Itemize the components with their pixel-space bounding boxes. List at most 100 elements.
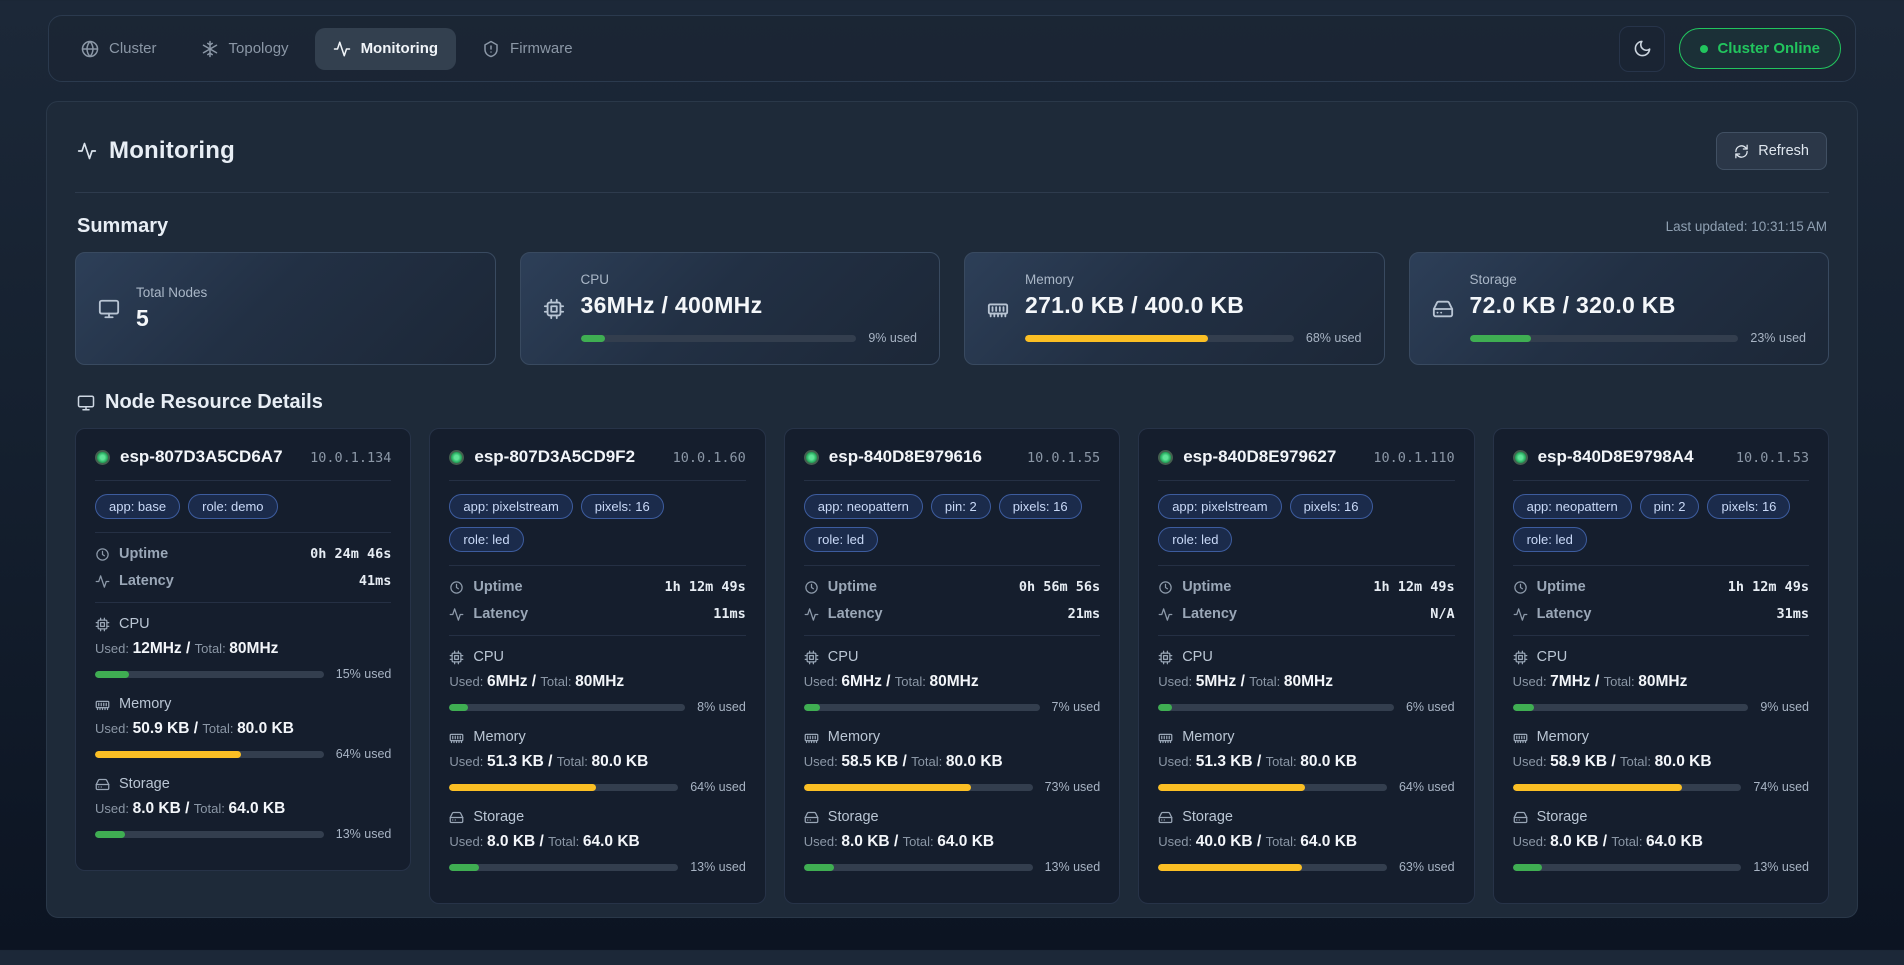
uptime-label: Uptime	[473, 579, 522, 595]
metric-memory: Memory Used: 51.3 KB / Total: 80.0 KB 64…	[1158, 729, 1454, 794]
node-metrics: CPU Used: 5MHz / Total: 80MHz 6% used Me…	[1158, 649, 1454, 874]
memory-icon	[1513, 730, 1528, 745]
metric-header: Memory	[95, 696, 391, 712]
activity-icon	[95, 574, 110, 589]
summary-card-label: CPU	[581, 272, 918, 287]
progress-fill	[95, 671, 129, 678]
uptime-value: 1h 12m 49s	[1728, 579, 1809, 595]
node-badge: role: demo	[188, 494, 277, 519]
summary-progress: 9% used	[581, 331, 918, 345]
node-badge: app: neopattern	[1513, 494, 1632, 519]
progress-percent-label: 7% used	[1052, 700, 1101, 714]
summary-card-value: 5	[136, 305, 473, 332]
divider	[95, 480, 391, 481]
tab-label: Cluster	[109, 40, 157, 57]
storage-icon	[1513, 810, 1528, 825]
summary-progress: 68% used	[1025, 331, 1362, 345]
nodes-heading-text: Node Resource Details	[105, 391, 323, 414]
uptime-row: Uptime 1h 12m 49s	[1158, 579, 1454, 595]
progress-percent-label: 13% used	[1045, 860, 1101, 874]
metric-usage-line: Used: 6MHz / Total: 80MHz	[449, 673, 745, 691]
metric-header: Storage	[804, 809, 1100, 825]
node-metrics: CPU Used: 12MHz / Total: 80MHz 15% used …	[95, 616, 391, 841]
metric-memory: Memory Used: 51.3 KB / Total: 80.0 KB 64…	[449, 729, 745, 794]
cluster-status-pill[interactable]: Cluster Online	[1679, 28, 1841, 69]
progress-fill	[1025, 335, 1208, 342]
separator: /	[894, 833, 903, 850]
progress-fill	[1513, 704, 1534, 711]
refresh-label: Refresh	[1758, 143, 1809, 159]
metric-cpu: CPU Used: 7MHz / Total: 80MHz 9% used	[1513, 649, 1809, 714]
nodes-heading: Node Resource Details	[77, 391, 323, 414]
total-value: 64.0 KB	[583, 833, 640, 850]
cpu-icon	[543, 298, 565, 320]
tab-firmware[interactable]: Firmware	[464, 28, 591, 70]
progress-fill	[449, 864, 479, 871]
divider	[1158, 565, 1454, 566]
clock-icon	[1513, 580, 1528, 595]
used-value: 51.3 KB	[487, 753, 548, 770]
summary-cards: Total Nodes 5 CPU 36MHz / 400MHz 9% used	[75, 252, 1829, 365]
node-header: esp-840D8E979616 10.0.1.55	[804, 447, 1100, 467]
divider	[804, 635, 1100, 636]
uptime-value: 1h 12m 49s	[665, 579, 746, 595]
separator: /	[903, 753, 912, 770]
used-label: Used:	[1158, 754, 1196, 769]
node-online-dot	[1158, 450, 1173, 465]
total-value: 80.0 KB	[946, 753, 1003, 770]
progress-fill	[581, 335, 606, 342]
theme-toggle-button[interactable]	[1619, 26, 1665, 72]
tab-cluster[interactable]: Cluster	[63, 28, 175, 70]
progress-track	[449, 704, 685, 711]
node-metrics: CPU Used: 6MHz / Total: 80MHz 7% used Me…	[804, 649, 1100, 874]
total-label: Total:	[1266, 834, 1301, 849]
total-value: 80MHz	[929, 673, 978, 690]
node-card: esp-807D3A5CD6A7 10.0.1.134 app: baserol…	[75, 428, 411, 871]
uptime-value: 0h 56m 56s	[1019, 579, 1100, 595]
latency-row: Latency 21ms	[804, 606, 1100, 622]
metric-storage: Storage Used: 40.0 KB / Total: 64.0 KB 6…	[1158, 809, 1454, 874]
used-value: 7MHz	[1550, 673, 1595, 690]
activity-icon	[1513, 607, 1528, 622]
tab-topology[interactable]: Topology	[183, 28, 307, 70]
memory-icon	[804, 730, 819, 745]
used-value: 8.0 KB	[1550, 833, 1603, 850]
summary-card-body: Storage 72.0 KB / 320.0 KB 23% used	[1470, 272, 1807, 345]
used-value: 8.0 KB	[841, 833, 894, 850]
progress-fill	[1513, 864, 1543, 871]
progress-track	[581, 335, 857, 342]
used-label: Used:	[1158, 834, 1196, 849]
metric-progress: 64% used	[95, 747, 391, 761]
total-label: Total:	[1611, 834, 1646, 849]
tab-monitoring[interactable]: Monitoring	[315, 28, 456, 70]
summary-header: Summary Last updated: 10:31:15 AM	[77, 215, 1827, 238]
progress-track	[1513, 704, 1749, 711]
total-value: 64.0 KB	[1300, 833, 1357, 850]
node-badge: role: led	[804, 527, 878, 552]
total-value: 80.0 KB	[237, 720, 294, 737]
cpu-icon	[449, 650, 464, 665]
refresh-button[interactable]: Refresh	[1716, 132, 1827, 170]
divider	[1513, 480, 1809, 481]
node-badge: pixels: 16	[1707, 494, 1790, 519]
progress-track	[449, 784, 678, 791]
metric-header: Memory	[1158, 729, 1454, 745]
metric-name: CPU	[1182, 649, 1213, 665]
metric-header: CPU	[95, 616, 391, 632]
used-value: 40.0 KB	[1196, 833, 1257, 850]
progress-percent-label: 64% used	[1399, 780, 1455, 794]
node-badge: role: led	[1158, 527, 1232, 552]
separator: /	[186, 640, 195, 657]
metric-progress: 74% used	[1513, 780, 1809, 794]
summary-card-body: Memory 271.0 KB / 400.0 KB 68% used	[1025, 272, 1362, 345]
progress-percent-label: 13% used	[690, 860, 746, 874]
tab-label: Monitoring	[361, 40, 438, 57]
total-value: 64.0 KB	[1646, 833, 1703, 850]
page-title-text: Monitoring	[109, 137, 235, 165]
node-card: esp-840D8E979627 10.0.1.110 app: pixelst…	[1138, 428, 1474, 904]
latency-value: 31ms	[1776, 606, 1809, 622]
used-label: Used:	[804, 834, 842, 849]
divider	[1158, 480, 1454, 481]
separator: /	[1611, 753, 1620, 770]
metric-name: Memory	[1182, 729, 1234, 745]
